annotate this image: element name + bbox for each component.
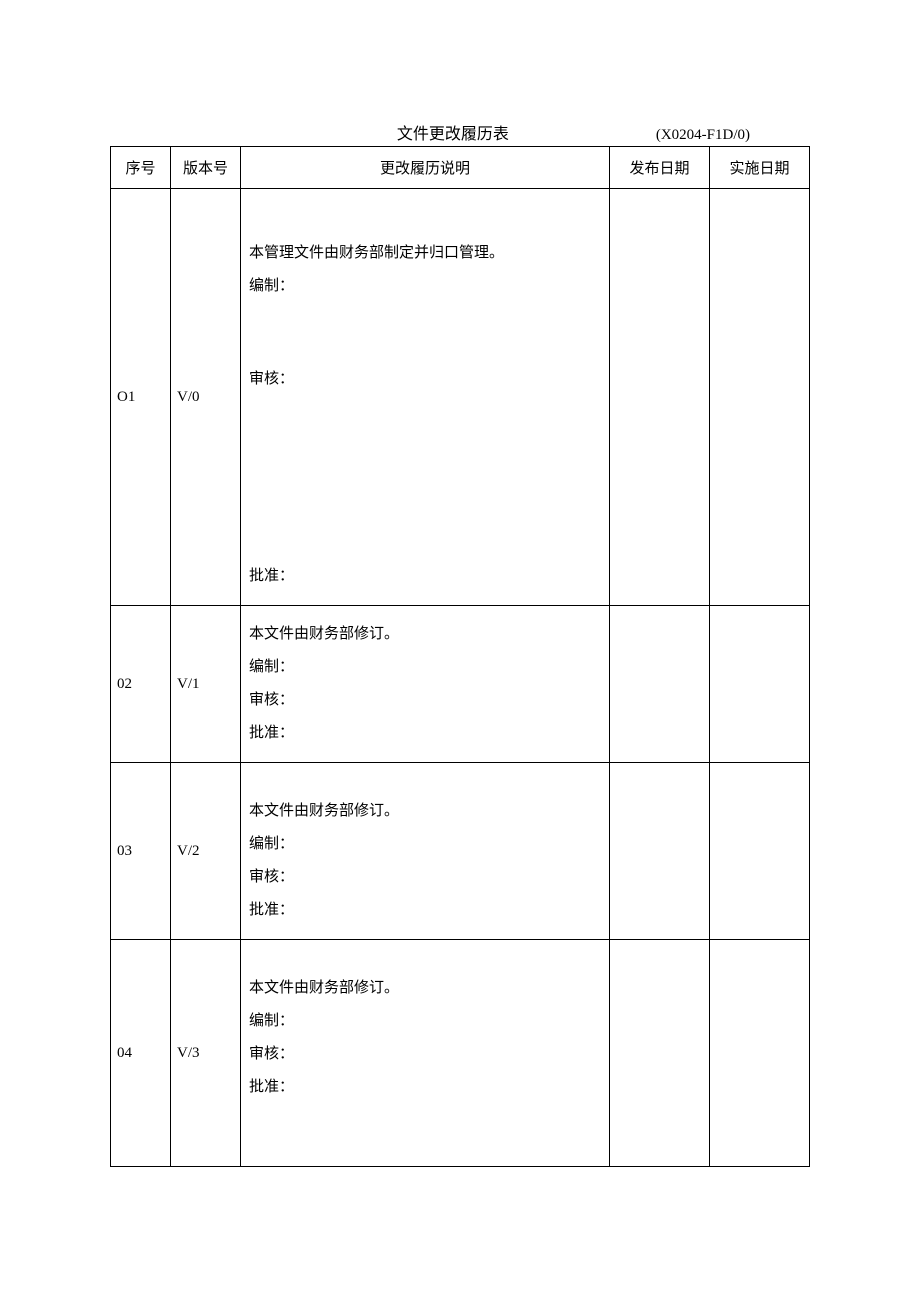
cell-desc: 本管理文件由财务部制定并归口管理。 编制：: [241, 189, 610, 322]
col-header-seq: 序号: [111, 147, 171, 189]
cell-ver: V/1: [171, 606, 241, 763]
cell-ver: V/3: [171, 940, 241, 1167]
col-header-imp: 实施日期: [710, 147, 810, 189]
cell-pub: [610, 940, 710, 1167]
cell-pub: [610, 606, 710, 763]
document-header: 文件更改履历表 (X0204-F1D/0): [110, 120, 810, 144]
table-row: 03 V/2 本文件由财务部修订。 编制： 审核： 批准：: [111, 763, 810, 940]
revision-history-table: 序号 版本号 更改履历说明 发布日期 实施日期 O1 V/0 本管理文件由财务部…: [110, 146, 810, 1167]
cell-pub: [610, 763, 710, 940]
cell-seq: 02: [111, 606, 171, 763]
cell-imp: [710, 606, 810, 763]
desc-approve: 批准：: [249, 894, 601, 927]
cell-seq: 03: [111, 763, 171, 940]
desc-review: 审核：: [249, 861, 601, 894]
cell-desc: 审核：: [241, 321, 610, 548]
document-code: (X0204-F1D/0): [656, 127, 810, 144]
cell-desc: 本文件由财务部修订。 编制： 审核： 批准：: [241, 940, 610, 1167]
cell-imp: [710, 763, 810, 940]
desc-review: 审核：: [249, 1038, 601, 1071]
desc-intro: 本文件由财务部修订。: [249, 795, 601, 828]
desc-compile: 编制：: [249, 651, 601, 684]
table-row: 02 V/1 本文件由财务部修订。 编制： 审核： 批准：: [111, 606, 810, 763]
desc-intro: 本文件由财务部修订。: [249, 972, 601, 1005]
cell-desc: 批准：: [241, 548, 610, 606]
cell-desc: 本文件由财务部修订。 编制： 审核： 批准：: [241, 606, 610, 763]
cell-imp: [710, 189, 810, 606]
desc-intro: 本管理文件由财务部制定并归口管理。: [249, 237, 601, 270]
desc-review: 审核：: [249, 684, 601, 717]
table-row: 04 V/3 本文件由财务部修订。 编制： 审核： 批准：: [111, 940, 810, 1167]
cell-pub: [610, 189, 710, 606]
desc-intro: 本文件由财务部修订。: [249, 618, 601, 651]
cell-ver: V/2: [171, 763, 241, 940]
col-header-pub: 发布日期: [610, 147, 710, 189]
cell-seq: 04: [111, 940, 171, 1167]
desc-review: 审核：: [249, 363, 601, 396]
desc-compile: 编制：: [249, 1005, 601, 1038]
cell-ver: V/0: [171, 189, 241, 606]
desc-approve: 批准：: [249, 717, 601, 750]
table-header-row: 序号 版本号 更改履历说明 发布日期 实施日期: [111, 147, 810, 189]
table-row: O1 V/0 本管理文件由财务部制定并归口管理。 编制：: [111, 189, 810, 322]
desc-approve: 批准：: [249, 1071, 601, 1104]
desc-compile: 编制：: [249, 270, 601, 303]
desc-approve: 批准：: [249, 560, 601, 593]
cell-imp: [710, 940, 810, 1167]
cell-seq: O1: [111, 189, 171, 606]
cell-desc: 本文件由财务部修订。 编制： 审核： 批准：: [241, 763, 610, 940]
col-header-desc: 更改履历说明: [241, 147, 610, 189]
desc-compile: 编制：: [249, 828, 601, 861]
col-header-ver: 版本号: [171, 147, 241, 189]
document-title: 文件更改履历表: [110, 120, 656, 144]
